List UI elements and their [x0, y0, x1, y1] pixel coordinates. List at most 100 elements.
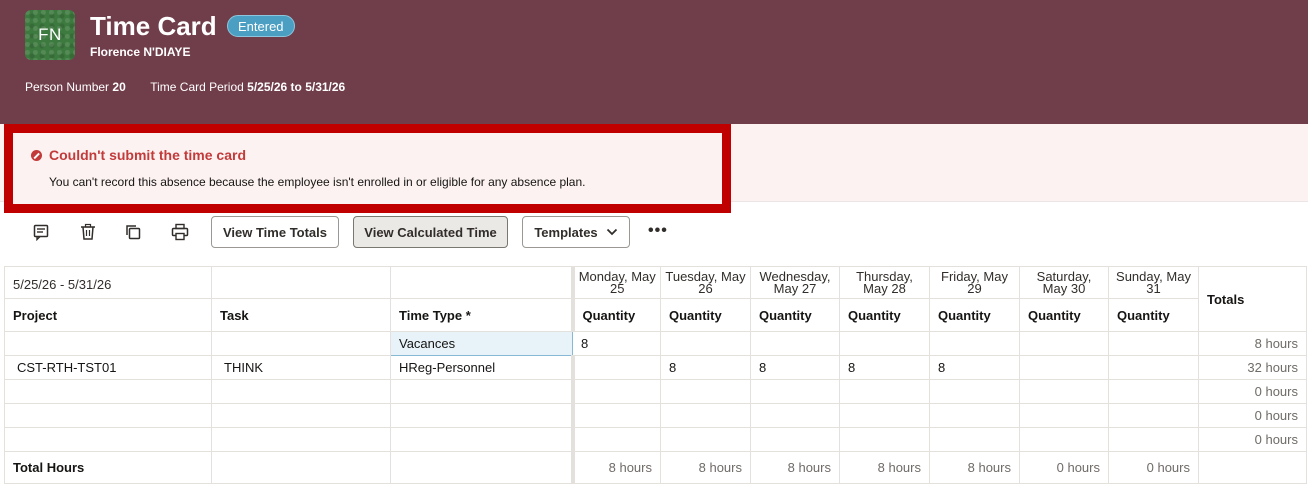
table-row: 0 hours	[4, 427, 1307, 452]
task-cell[interactable]	[211, 379, 391, 404]
quantity-header: Quantity	[572, 298, 661, 332]
project-header: Project	[4, 298, 212, 332]
project-cell[interactable]	[4, 331, 212, 356]
quantity-cell[interactable]: 8	[572, 331, 661, 356]
day-total: 0 hours	[1108, 451, 1199, 484]
time-type-cell[interactable]	[390, 403, 575, 428]
quantity-cell[interactable]	[750, 403, 840, 428]
quantity-cell[interactable]: 8	[839, 355, 930, 380]
quantity-cell[interactable]	[1019, 379, 1109, 404]
time-type-cell[interactable]: Vacances	[390, 331, 573, 356]
quantity-cell[interactable]	[660, 403, 751, 428]
page-title: Time Card	[90, 11, 217, 41]
error-text: You can't record this absence because th…	[49, 175, 586, 189]
table-row: 0 hours	[4, 403, 1307, 428]
templates-button[interactable]: Templates	[522, 216, 630, 248]
quantity-cell[interactable]	[839, 403, 930, 428]
day-header: Tuesday, May 26	[660, 266, 751, 299]
quantity-header: Quantity	[750, 298, 840, 332]
quantity-cell[interactable]	[1019, 403, 1109, 428]
quantity-cell[interactable]	[1108, 331, 1199, 356]
time-type-header: Time Type *	[390, 298, 575, 332]
day-total: 8 hours	[929, 451, 1020, 484]
quantity-cell[interactable]	[1019, 355, 1109, 380]
time-type-cell[interactable]	[390, 427, 575, 452]
quantity-cell[interactable]	[750, 427, 840, 452]
quantity-cell[interactable]	[1019, 331, 1109, 356]
status-badge: Entered	[227, 15, 295, 37]
quantity-cell[interactable]	[572, 379, 661, 404]
task-cell[interactable]	[211, 427, 391, 452]
error-title: Couldn't submit the time card	[49, 147, 247, 163]
quantity-cell[interactable]	[839, 379, 930, 404]
quantity-cell[interactable]	[1108, 403, 1199, 428]
total-hours-label: Total Hours	[4, 451, 212, 484]
avatar: FN	[25, 10, 75, 60]
quantity-header: Quantity	[929, 298, 1020, 332]
quantity-cell[interactable]	[929, 427, 1020, 452]
period-value: 5/25/26 to 5/31/26	[247, 80, 346, 94]
more-actions-icon[interactable]: •••	[648, 222, 668, 240]
day-total: 8 hours	[750, 451, 840, 484]
quantity-cell[interactable]: 8	[750, 355, 840, 380]
task-header: Task	[211, 298, 391, 332]
quantity-cell[interactable]	[839, 427, 930, 452]
person-number: 20	[112, 80, 126, 94]
view-calculated-time-button[interactable]: View Calculated Time	[353, 216, 508, 248]
quantity-cell[interactable]	[660, 379, 751, 404]
totals-header: Totals	[1198, 266, 1307, 332]
quantity-header: Quantity	[1019, 298, 1109, 332]
project-cell[interactable]	[4, 379, 212, 404]
view-time-totals-button[interactable]: View Time Totals	[211, 216, 339, 248]
table-row: 0 hours	[4, 379, 1307, 404]
toolbar: View Time Totals View Calculated Time Te…	[0, 214, 1308, 252]
quantity-cell[interactable]	[929, 403, 1020, 428]
total-hours-row: Total Hours 8 hours 8 hours 8 hours 8 ho…	[4, 451, 1307, 484]
quantity-cell[interactable]: 8	[660, 355, 751, 380]
quantity-cell[interactable]: 8	[929, 355, 1020, 380]
task-cell[interactable]: THINK	[211, 355, 391, 380]
quantity-cell[interactable]	[929, 379, 1020, 404]
row-total: 0 hours	[1198, 403, 1307, 428]
person-name: Florence N'DIAYE	[90, 45, 191, 59]
quantity-cell[interactable]	[750, 331, 840, 356]
quantity-cell[interactable]	[839, 331, 930, 356]
time-type-cell[interactable]: HReg-Personnel	[390, 355, 575, 380]
day-header: Friday, May 29	[929, 266, 1020, 299]
quantity-cell[interactable]	[660, 331, 751, 356]
delete-icon[interactable]	[79, 223, 97, 241]
row-total: 0 hours	[1198, 427, 1307, 452]
templates-label: Templates	[534, 224, 598, 240]
grid-period: 5/25/26 - 5/31/26	[4, 266, 212, 299]
project-cell[interactable]: CST-RTH-TST01	[4, 355, 212, 380]
quantity-cell[interactable]	[1108, 355, 1199, 380]
print-icon[interactable]	[171, 223, 189, 241]
task-cell[interactable]	[211, 403, 391, 428]
day-header: Thursday, May 28	[839, 266, 930, 299]
comment-icon[interactable]	[32, 223, 50, 241]
quantity-header: Quantity	[660, 298, 751, 332]
quantity-cell[interactable]	[572, 427, 661, 452]
quantity-cell[interactable]	[660, 427, 751, 452]
day-total: 8 hours	[660, 451, 751, 484]
quantity-cell[interactable]	[750, 379, 840, 404]
quantity-cell[interactable]	[572, 403, 661, 428]
project-cell[interactable]	[4, 403, 212, 428]
quantity-header: Quantity	[839, 298, 930, 332]
chevron-down-icon	[606, 228, 617, 236]
quantity-cell[interactable]	[572, 355, 661, 380]
row-total: 32 hours	[1198, 355, 1307, 380]
time-type-cell[interactable]	[390, 379, 575, 404]
quantity-cell[interactable]	[1108, 427, 1199, 452]
day-total: 8 hours	[572, 451, 661, 484]
day-header: Sunday, May 31	[1108, 266, 1199, 299]
time-entry-grid: 5/25/26 - 5/31/26 Monday, May 25 Tuesday…	[4, 266, 1307, 484]
quantity-cell[interactable]	[929, 331, 1020, 356]
task-cell[interactable]	[211, 331, 391, 356]
row-total: 8 hours	[1198, 331, 1307, 356]
copy-icon[interactable]	[124, 223, 142, 241]
day-total: 8 hours	[839, 451, 930, 484]
quantity-cell[interactable]	[1108, 379, 1199, 404]
project-cell[interactable]	[4, 427, 212, 452]
quantity-cell[interactable]	[1019, 427, 1109, 452]
